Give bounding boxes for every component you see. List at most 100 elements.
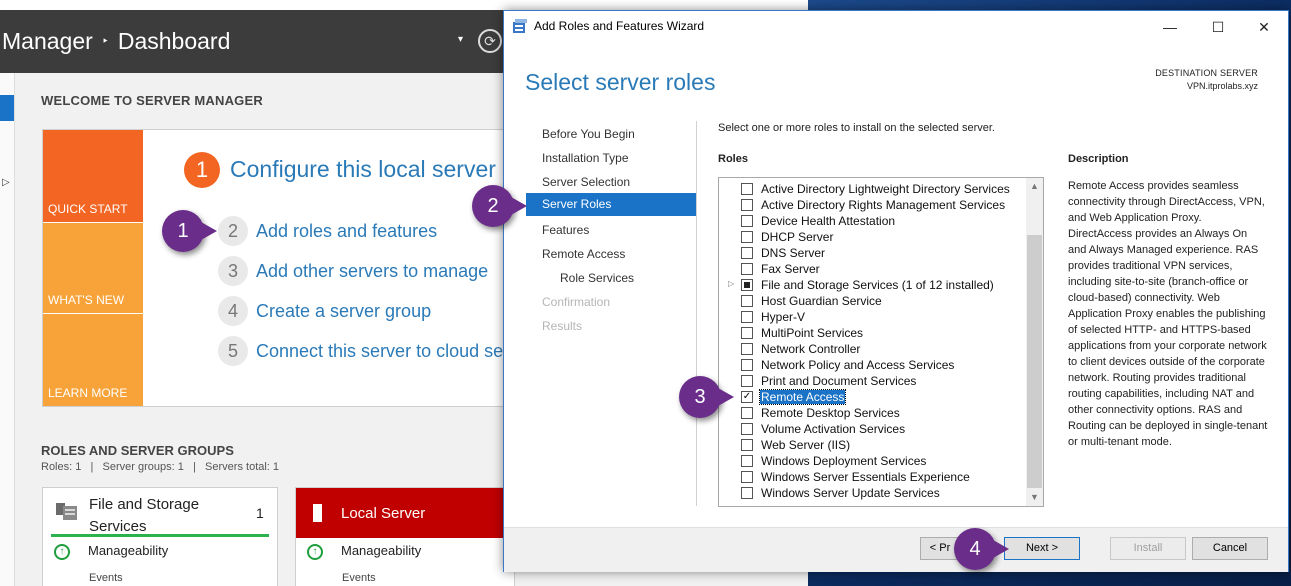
role-row[interactable]: Windows Server Essentials Experience [719,469,1025,485]
role-row[interactable]: Fax Server [719,261,1025,277]
role-row[interactable]: ▷ File and Storage Services (1 of 12 inst… [719,277,1025,293]
role-checkbox[interactable] [741,183,753,195]
role-row[interactable]: Host Guardian Service [719,293,1025,309]
nav-item-dashboard[interactable] [0,95,14,121]
file-storage-card[interactable]: File and Storage Services 1 ↑ Manageabili… [42,487,278,586]
role-row[interactable]: Volume Activation Services [719,421,1025,437]
cancel-button[interactable]: Cancel [1192,537,1268,560]
role-row[interactable]: Web Server (IIS) [719,437,1025,453]
create-server-group-link[interactable]: 4 Create a server group [218,296,431,326]
role-row[interactable]: DNS Server [719,245,1025,261]
scroll-up-icon[interactable]: ▲ [1026,178,1043,195]
role-checkbox[interactable] [741,439,753,451]
role-row[interactable]: ✓ Remote Access [719,389,1025,405]
role-row[interactable]: Windows Server Update Services [719,485,1025,501]
roles-scrollbar[interactable]: ▲ ▼ [1026,178,1043,506]
role-label[interactable]: Hyper-V [761,310,805,324]
role-label[interactable]: Windows Server Update Services [761,486,940,500]
tile-learn-more[interactable]: LEARN MORE [43,314,143,406]
manageability-row[interactable]: ↑ Manageability [307,543,421,560]
step-role-services[interactable]: Role Services [560,271,634,285]
step-before-you-begin[interactable]: Before You Begin [542,127,635,141]
role-row[interactable]: Device Health Attestation [719,213,1025,229]
step-features[interactable]: Features [542,223,589,237]
role-label[interactable]: Active Directory Rights Management Servi… [761,198,1005,212]
role-description: Remote Access provides seamless connecti… [1068,180,1268,448]
expand-arrow-icon[interactable]: ▷ [2,177,10,188]
role-row[interactable]: Print and Document Services [719,373,1025,389]
role-label[interactable]: Volume Activation Services [761,422,905,436]
role-row[interactable]: Network Policy and Access Services [719,357,1025,373]
scroll-down-icon[interactable]: ▼ [1026,489,1043,506]
role-checkbox[interactable] [741,455,753,467]
role-row[interactable]: Remote Desktop Services [719,405,1025,421]
role-label[interactable]: Fax Server [761,262,820,276]
tile-whats-new[interactable]: WHAT'S NEW [43,223,143,313]
roles-list[interactable]: Active Directory Lightweight Directory S… [718,177,1044,507]
close-icon[interactable]: ✕ [1244,15,1284,39]
role-label[interactable]: File and Storage Services (1 of 12 insta… [761,278,994,292]
role-checkbox[interactable] [741,407,753,419]
role-checkbox[interactable] [741,343,753,355]
instruction-text: Select one or more roles to install on t… [718,122,995,134]
configure-local-server-link[interactable]: Configure this local server [230,156,496,183]
local-server-card[interactable]: Local Server ↑ Manageability Events [295,487,516,586]
step-remote-access[interactable]: Remote Access [542,247,625,261]
role-checkbox[interactable] [741,327,753,339]
role-checkbox[interactable] [741,199,753,211]
step-server-selection[interactable]: Server Selection [542,175,630,189]
role-label[interactable]: Active Directory Lightweight Directory S… [761,182,1010,196]
role-row[interactable]: Windows Deployment Services [719,453,1025,469]
dropdown-arrow-icon[interactable]: ▾ [458,34,463,45]
role-label[interactable]: MultiPoint Services [761,326,863,340]
role-checkbox[interactable] [741,487,753,499]
next-button[interactable]: Next > [1004,537,1080,560]
role-checkbox[interactable] [741,279,753,291]
minimize-icon[interactable]: — [1150,15,1190,39]
role-label[interactable]: Remote Desktop Services [761,406,900,420]
role-checkbox[interactable] [741,231,753,243]
role-checkbox[interactable] [741,263,753,275]
role-row[interactable]: DHCP Server [719,229,1025,245]
refresh-icon[interactable]: ⟳ [478,29,502,53]
events-row[interactable]: Events [342,572,376,584]
manageability-row[interactable]: ↑ Manageability [54,543,168,560]
role-checkbox[interactable] [741,471,753,483]
role-row[interactable]: Active Directory Rights Management Servi… [719,197,1025,213]
add-roles-link[interactable]: 2 Add roles and features [218,216,437,246]
role-checkbox[interactable] [741,359,753,371]
role-row[interactable]: MultiPoint Services [719,325,1025,341]
role-label[interactable]: Remote Access [758,389,847,405]
scroll-thumb[interactable] [1027,235,1042,488]
role-checkbox[interactable]: ✓ [741,391,753,403]
role-label[interactable]: Print and Document Services [761,374,916,388]
breadcrumb-app[interactable]: Manager [2,28,93,54]
role-checkbox[interactable] [741,215,753,227]
role-checkbox[interactable] [741,295,753,307]
role-row[interactable]: Hyper-V [719,309,1025,325]
step-installation-type[interactable]: Installation Type [542,151,629,165]
connect-cloud-link[interactable]: 5 Connect this server to cloud ser [218,336,509,366]
role-label[interactable]: Windows Deployment Services [761,454,926,468]
role-label[interactable]: Windows Server Essentials Experience [761,470,970,484]
role-checkbox[interactable] [741,311,753,323]
maximize-icon[interactable]: ☐ [1198,15,1238,39]
expand-icon[interactable]: ▷ [728,279,734,288]
role-label[interactable]: Host Guardian Service [761,294,882,308]
tile-quick-start[interactable]: QUICK START [43,130,143,222]
role-row[interactable]: Active Directory Lightweight Directory S… [719,181,1025,197]
role-checkbox[interactable] [741,375,753,387]
step-marker-2: 2 [472,185,527,227]
role-label[interactable]: DHCP Server [761,230,833,244]
role-checkbox[interactable] [741,247,753,259]
role-label[interactable]: Web Server (IIS) [761,438,850,452]
role-label[interactable]: Network Policy and Access Services [761,358,954,372]
role-label[interactable]: DNS Server [761,246,825,260]
add-other-servers-link[interactable]: 3 Add other servers to manage [218,256,488,286]
events-row[interactable]: Events [89,572,123,584]
role-checkbox[interactable] [741,423,753,435]
role-label[interactable]: Device Health Attestation [761,214,895,228]
step-server-roles[interactable]: Server Roles [526,193,696,216]
role-label[interactable]: Network Controller [761,342,860,356]
role-row[interactable]: Network Controller [719,341,1025,357]
